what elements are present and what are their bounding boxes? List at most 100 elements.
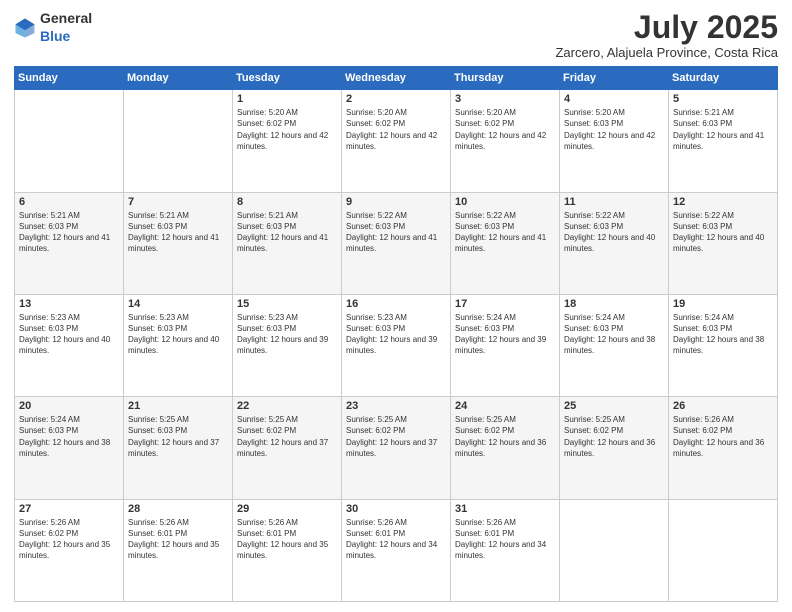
day-number: 27 [19,503,119,515]
day-info: Sunrise: 5:25 AM Sunset: 6:02 PM Dayligh… [455,414,555,459]
day-info: Sunrise: 5:26 AM Sunset: 6:02 PM Dayligh… [673,414,773,459]
month-title: July 2025 [555,10,778,45]
day-number: 14 [128,298,228,310]
day-number: 13 [19,298,119,310]
day-number: 26 [673,400,773,412]
day-number: 10 [455,196,555,208]
day-info: Sunrise: 5:23 AM Sunset: 6:03 PM Dayligh… [128,312,228,357]
logo-text: General Blue [40,10,92,46]
day-number: 8 [237,196,337,208]
calendar-cell: 27 Sunrise: 5:26 AM Sunset: 6:02 PM Dayli… [15,499,124,601]
day-number: 6 [19,196,119,208]
day-number: 30 [346,503,446,515]
calendar-week-row: 20Sunrise: 5:24 AM Sunset: 6:03 PM Dayli… [15,397,778,499]
calendar-cell: 26 Sunrise: 5:26 AM Sunset: 6:02 PM Dayli… [669,397,778,499]
day-info: Sunrise: 5:21 AM Sunset: 6:03 PM Dayligh… [19,210,119,255]
calendar-cell: 14 Sunrise: 5:23 AM Sunset: 6:03 PM Dayli… [124,294,233,396]
location-title: Zarcero, Alajuela Province, Costa Rica [555,45,778,60]
day-number: 9 [346,196,446,208]
day-info: Sunrise: 5:23 AM Sunset: 6:03 PM Dayligh… [19,312,119,357]
day-info: Sunrise: 5:20 AM Sunset: 6:02 PM Dayligh… [455,107,555,152]
calendar-cell: 15 Sunrise: 5:23 AM Sunset: 6:03 PM Dayli… [233,294,342,396]
day-info: Sunrise: 5:21 AM Sunset: 6:03 PM Dayligh… [237,210,337,255]
day-info: Sunrise: 5:22 AM Sunset: 6:03 PM Dayligh… [455,210,555,255]
day-number: 24 [455,400,555,412]
calendar-cell: 29 Sunrise: 5:26 AM Sunset: 6:01 PM Dayli… [233,499,342,601]
day-info: Sunrise: 5:21 AM Sunset: 6:03 PM Dayligh… [673,107,773,152]
day-info: Sunrise: 5:25 AM Sunset: 6:02 PM Dayligh… [237,414,337,459]
day-number: 1 [237,93,337,105]
day-number: 31 [455,503,555,515]
day-info: Sunrise: 5:22 AM Sunset: 6:03 PM Dayligh… [673,210,773,255]
day-number: 7 [128,196,228,208]
day-info: Sunrise: 5:22 AM Sunset: 6:03 PM Dayligh… [346,210,446,255]
day-info: Sunrise: 5:26 AM Sunset: 6:01 PM Dayligh… [346,517,446,562]
col-friday: Friday [560,67,669,90]
calendar-cell: 9 Sunrise: 5:22 AM Sunset: 6:03 PM Daylig… [342,192,451,294]
day-number: 18 [564,298,664,310]
day-info: Sunrise: 5:26 AM Sunset: 6:01 PM Dayligh… [455,517,555,562]
day-number: 17 [455,298,555,310]
calendar-cell: 28 Sunrise: 5:26 AM Sunset: 6:01 PM Dayli… [124,499,233,601]
calendar-cell: 31 Sunrise: 5:26 AM Sunset: 6:01 PM Dayli… [451,499,560,601]
page: General Blue July 2025 Zarcero, Alajuela… [0,0,792,612]
calendar-cell [15,90,124,192]
calendar-week-row: 1 Sunrise: 5:20 AM Sunset: 6:02 PM Daylig… [15,90,778,192]
calendar-cell: 6 Sunrise: 5:21 AM Sunset: 6:03 PM Daylig… [15,192,124,294]
day-number: 29 [237,503,337,515]
calendar-cell: 4Sunrise: 5:20 AM Sunset: 6:03 PM Daylig… [560,90,669,192]
calendar-cell: 1 Sunrise: 5:20 AM Sunset: 6:02 PM Daylig… [233,90,342,192]
header: General Blue July 2025 Zarcero, Alajuela… [14,10,778,60]
day-number: 20 [19,400,119,412]
calendar-week-row: 6 Sunrise: 5:21 AM Sunset: 6:03 PM Daylig… [15,192,778,294]
title-block: July 2025 Zarcero, Alajuela Province, Co… [555,10,778,60]
col-monday: Monday [124,67,233,90]
day-info: Sunrise: 5:26 AM Sunset: 6:02 PM Dayligh… [19,517,119,562]
day-info: Sunrise: 5:26 AM Sunset: 6:01 PM Dayligh… [128,517,228,562]
calendar-cell: 19 Sunrise: 5:24 AM Sunset: 6:03 PM Dayli… [669,294,778,396]
day-number: 19 [673,298,773,310]
day-info: Sunrise: 5:25 AM Sunset: 6:02 PM Dayligh… [564,414,664,459]
calendar-cell: 12Sunrise: 5:22 AM Sunset: 6:03 PM Dayli… [669,192,778,294]
day-info: Sunrise: 5:20 AM Sunset: 6:02 PM Dayligh… [237,107,337,152]
calendar-cell: 25 Sunrise: 5:25 AM Sunset: 6:02 PM Dayli… [560,397,669,499]
col-saturday: Saturday [669,67,778,90]
day-info: Sunrise: 5:23 AM Sunset: 6:03 PM Dayligh… [346,312,446,357]
day-number: 15 [237,298,337,310]
day-number: 25 [564,400,664,412]
col-wednesday: Wednesday [342,67,451,90]
day-number: 28 [128,503,228,515]
calendar-week-row: 13 Sunrise: 5:23 AM Sunset: 6:03 PM Dayli… [15,294,778,396]
day-number: 11 [564,196,664,208]
day-info: Sunrise: 5:20 AM Sunset: 6:02 PM Dayligh… [346,107,446,152]
calendar-cell: 23Sunrise: 5:25 AM Sunset: 6:02 PM Dayli… [342,397,451,499]
day-info: Sunrise: 5:23 AM Sunset: 6:03 PM Dayligh… [237,312,337,357]
logo-icon [14,17,36,39]
calendar-header-row: Sunday Monday Tuesday Wednesday Thursday… [15,67,778,90]
day-info: Sunrise: 5:26 AM Sunset: 6:01 PM Dayligh… [237,517,337,562]
logo: General Blue [14,10,92,46]
day-number: 4 [564,93,664,105]
day-info: Sunrise: 5:25 AM Sunset: 6:03 PM Dayligh… [128,414,228,459]
calendar-cell: 30 Sunrise: 5:26 AM Sunset: 6:01 PM Dayli… [342,499,451,601]
day-info: Sunrise: 5:24 AM Sunset: 6:03 PM Dayligh… [673,312,773,357]
logo-blue: Blue [40,28,70,44]
calendar-week-row: 27 Sunrise: 5:26 AM Sunset: 6:02 PM Dayli… [15,499,778,601]
calendar-cell: 3Sunrise: 5:20 AM Sunset: 6:02 PM Daylig… [451,90,560,192]
day-info: Sunrise: 5:25 AM Sunset: 6:02 PM Dayligh… [346,414,446,459]
day-info: Sunrise: 5:24 AM Sunset: 6:03 PM Dayligh… [455,312,555,357]
logo-general: General [40,10,92,26]
calendar-cell: 22 Sunrise: 5:25 AM Sunset: 6:02 PM Dayli… [233,397,342,499]
calendar-cell: 7Sunrise: 5:21 AM Sunset: 6:03 PM Daylig… [124,192,233,294]
calendar-cell [124,90,233,192]
day-number: 22 [237,400,337,412]
calendar-cell: 16Sunrise: 5:23 AM Sunset: 6:03 PM Dayli… [342,294,451,396]
col-sunday: Sunday [15,67,124,90]
calendar-cell: 8 Sunrise: 5:21 AM Sunset: 6:03 PM Daylig… [233,192,342,294]
calendar-cell: 21 Sunrise: 5:25 AM Sunset: 6:03 PM Dayli… [124,397,233,499]
day-number: 21 [128,400,228,412]
calendar-cell: 5Sunrise: 5:21 AM Sunset: 6:03 PM Daylig… [669,90,778,192]
calendar-cell: 17 Sunrise: 5:24 AM Sunset: 6:03 PM Dayli… [451,294,560,396]
calendar-cell: 11Sunrise: 5:22 AM Sunset: 6:03 PM Dayli… [560,192,669,294]
day-info: Sunrise: 5:24 AM Sunset: 6:03 PM Dayligh… [564,312,664,357]
